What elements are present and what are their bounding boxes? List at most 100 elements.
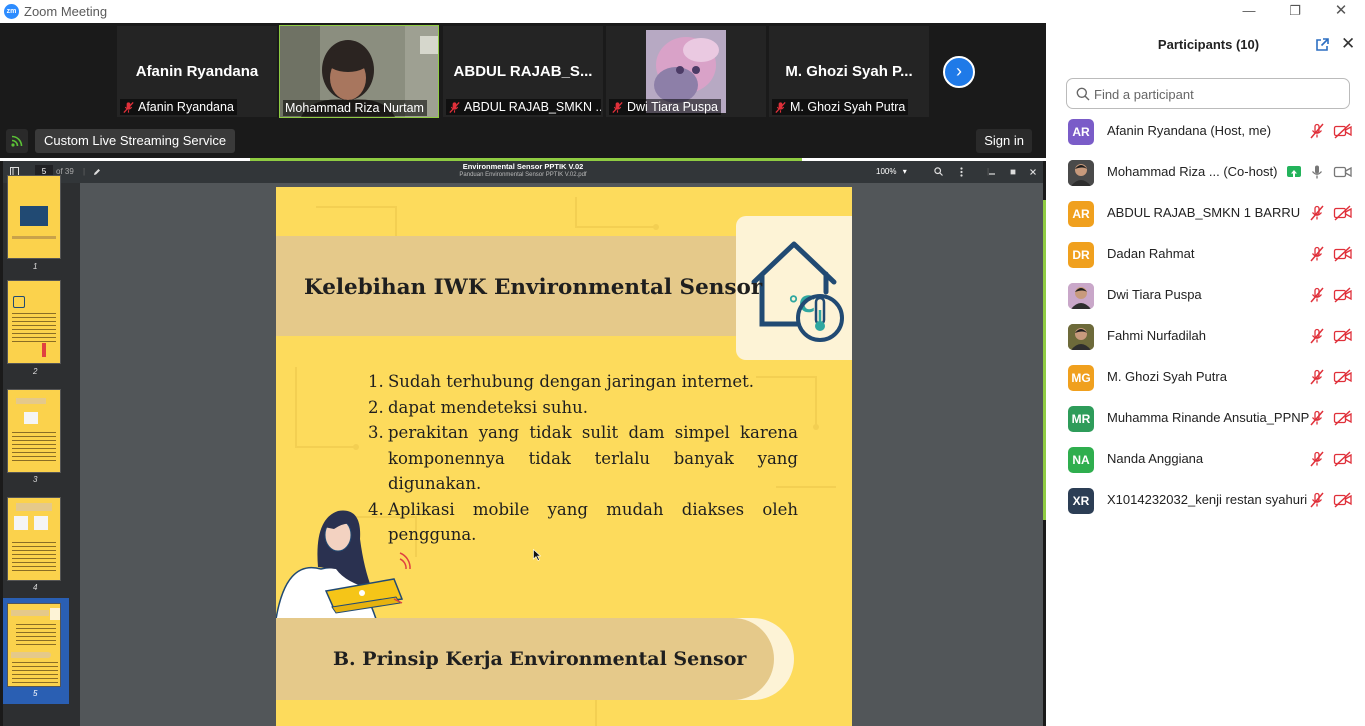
participant-name: Nanda Anggiana xyxy=(1107,451,1204,466)
video-tile[interactable]: Dwi Tiara Puspa xyxy=(606,26,766,117)
video-off-icon[interactable] xyxy=(1333,492,1353,508)
meeting-area: Afanin Ryandana Afanin Ryandana Mohammad… xyxy=(0,23,1046,726)
tile-label: ABDUL RAJAB_SMKN ... xyxy=(446,99,601,115)
tile-label: Dwi Tiara Puspa xyxy=(609,99,722,115)
tile-label: M. Ghozi Syah Putra xyxy=(772,99,909,115)
mic-muted-icon[interactable] xyxy=(1309,287,1325,303)
participant-row[interactable]: AR Afanin Ryandana (Host, me) xyxy=(1046,111,1365,152)
rss-icon[interactable] xyxy=(6,129,28,153)
thumbnail-number: 3 xyxy=(33,475,38,484)
pdf-page: °C Kelebihan IWK Environmental Sensor 1.… xyxy=(276,187,852,726)
woman-laptop-illustration xyxy=(276,510,411,620)
participant-name: Muhamma Rinande Ansutia_PPNP xyxy=(1107,410,1310,425)
zoom-select[interactable]: 100% ▾ xyxy=(876,165,926,179)
participant-row[interactable]: AR ABDUL RAJAB_SMKN 1 BARRU xyxy=(1046,193,1365,234)
page-thumbnail[interactable] xyxy=(7,497,61,581)
participant-name: Dwi Tiara Puspa xyxy=(1107,287,1202,302)
chevron-down-icon: ▾ xyxy=(902,167,907,176)
restore-button[interactable]: ❐ xyxy=(1272,0,1318,23)
sign-in-button[interactable]: Sign in xyxy=(976,129,1032,153)
mic-muted-icon[interactable] xyxy=(1309,369,1325,385)
screen-share-icon xyxy=(1287,166,1301,177)
tile-name: M. Ghozi Syah P... xyxy=(785,63,913,80)
thumbnail-number: 4 xyxy=(33,583,38,592)
tile-name: ABDUL RAJAB_S... xyxy=(453,63,593,80)
tile-label: Afanin Ryandana xyxy=(120,99,237,115)
mic-muted-icon[interactable] xyxy=(1309,451,1325,467)
participant-row[interactable]: NA Nanda Anggiana xyxy=(1046,439,1365,480)
participant-row[interactable]: XR X1014232032_kenji restan syahuri xyxy=(1046,480,1365,521)
participant-name: Afanin Ryandana (Host, me) xyxy=(1107,123,1272,138)
maximize-icon[interactable] xyxy=(1010,165,1016,180)
video-off-icon[interactable] xyxy=(1333,205,1353,221)
participant-name: X1014232032_kenji restan syahuri xyxy=(1107,492,1308,507)
video-tile[interactable]: ABDUL RAJAB_S... ABDUL RAJAB_SMKN ... xyxy=(443,26,603,117)
thumbnail-sidebar: 1 2 3 4 5 xyxy=(3,175,80,726)
participant-row[interactable]: Mohammad Riza ... (Co-host) xyxy=(1046,152,1365,193)
close-window-button[interactable]: ✕ xyxy=(1318,0,1364,23)
participant-row[interactable]: DR Dadan Rahmat xyxy=(1046,234,1365,275)
avatar: AR xyxy=(1068,201,1094,227)
participant-row[interactable]: MR Muhamma Rinande Ansutia_PPNP xyxy=(1046,398,1365,439)
section-heading: B. Prinsip Kerja Environmental Sensor xyxy=(333,648,747,670)
search-icon[interactable] xyxy=(934,165,943,181)
video-camera-icon[interactable] xyxy=(1333,164,1353,180)
avatar: MG xyxy=(1068,365,1094,391)
slide-heading: Kelebihan IWK Environmental Sensor xyxy=(304,275,763,300)
mic-muted-icon[interactable] xyxy=(1309,205,1325,221)
mic-muted-icon xyxy=(449,101,460,113)
close-icon[interactable] xyxy=(1030,165,1036,180)
next-page-button[interactable]: › xyxy=(943,56,975,88)
mic-muted-icon[interactable] xyxy=(1309,328,1325,344)
search-icon xyxy=(1076,87,1090,101)
search-input[interactable] xyxy=(1094,84,1344,104)
avatar xyxy=(1068,160,1094,186)
video-off-icon[interactable] xyxy=(1333,123,1353,139)
minimize-button[interactable]: — xyxy=(1226,0,1272,23)
page-thumbnail[interactable] xyxy=(7,280,61,364)
more-options-icon[interactable] xyxy=(960,165,963,182)
slide-list: 1. Sudah terhubung dengan jaringan intern… xyxy=(368,369,798,548)
participant-row[interactable]: Fahmi Nurfadilah xyxy=(1046,316,1365,357)
video-off-icon[interactable] xyxy=(1333,369,1353,385)
tile-label-text: ABDUL RAJAB_SMKN ... xyxy=(464,100,601,114)
mic-muted-icon[interactable] xyxy=(1309,246,1325,262)
video-off-icon[interactable] xyxy=(1333,451,1353,467)
tile-name: Afanin Ryandana xyxy=(135,63,259,80)
avatar: NA xyxy=(1068,447,1094,473)
chevron-right-icon: › xyxy=(956,61,962,81)
participant-name: Fahmi Nurfadilah xyxy=(1107,328,1206,343)
video-tile[interactable]: Afanin Ryandana Afanin Ryandana xyxy=(117,26,277,117)
zoom-value: 100% xyxy=(876,167,897,176)
microphone-icon[interactable] xyxy=(1309,164,1325,180)
video-tile-active[interactable]: Mohammad Riza Nurtam xyxy=(279,25,439,118)
window-title: Zoom Meeting xyxy=(24,4,108,19)
page-thumbnail-active[interactable] xyxy=(7,603,61,687)
video-off-icon[interactable] xyxy=(1333,328,1353,344)
mic-muted-icon[interactable] xyxy=(1309,123,1325,139)
mic-muted-icon[interactable] xyxy=(1309,492,1325,508)
list-item: 3. perakitan yang tidak sulit dam simpel … xyxy=(368,423,798,493)
participant-search[interactable] xyxy=(1066,78,1350,109)
page-thumbnail[interactable] xyxy=(7,389,61,473)
video-off-icon[interactable] xyxy=(1333,410,1353,426)
page-thumbnail[interactable] xyxy=(7,175,61,259)
participant-row[interactable]: MG M. Ghozi Syah Putra xyxy=(1046,357,1365,398)
live-streaming-button[interactable]: Custom Live Streaming Service xyxy=(35,129,236,153)
avatar xyxy=(1068,324,1094,350)
participant-row[interactable]: Dwi Tiara Puspa xyxy=(1046,275,1365,316)
close-panel-icon[interactable]: ✕ xyxy=(1341,35,1355,53)
video-off-icon[interactable] xyxy=(1333,246,1353,262)
tile-label-text: Mohammad Riza Nurtam xyxy=(285,101,424,115)
mic-muted-icon xyxy=(123,101,134,113)
video-off-icon[interactable] xyxy=(1333,287,1353,303)
popout-icon[interactable] xyxy=(1314,37,1330,53)
avatar: AR xyxy=(1068,119,1094,145)
title-bar: zm Zoom Meeting — ❐ ✕ xyxy=(0,0,1365,23)
mic-muted-icon[interactable] xyxy=(1309,410,1325,426)
participant-name: M. Ghozi Syah Putra xyxy=(1107,369,1227,384)
minimize-icon[interactable] xyxy=(989,165,995,180)
video-tile[interactable]: M. Ghozi Syah P... M. Ghozi Syah Putra xyxy=(769,26,929,117)
thumbnail-number: 5 xyxy=(33,689,38,698)
participants-panel: Participants (10) ✕ ARAfanin Ryandana (H… xyxy=(1046,23,1365,726)
